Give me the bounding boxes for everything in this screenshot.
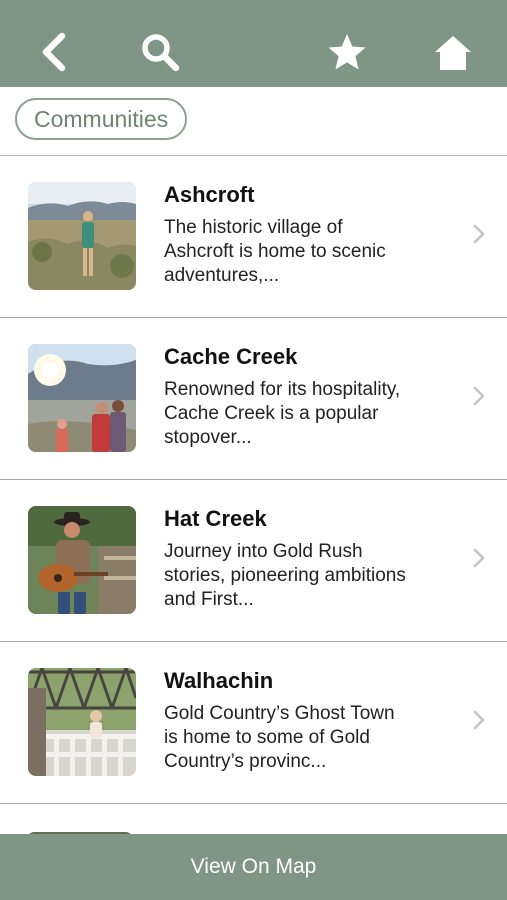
- community-title: Cache Creek: [164, 344, 298, 369]
- chevron-right-icon: [473, 386, 485, 406]
- community-title: Ashcroft: [164, 182, 255, 207]
- community-title: Hat Creek: [164, 506, 267, 531]
- home-icon[interactable]: [431, 30, 475, 74]
- cache-creek-thumbnail: [28, 344, 136, 452]
- chevron-right-icon: [473, 710, 485, 730]
- community-description: The historic village of Ashcroft is home…: [164, 217, 386, 286]
- list-item-cache-creek[interactable]: Cache Creek Renowned for its hospitality…: [0, 318, 507, 480]
- filter-bar: Communities: [0, 87, 507, 156]
- community-list: Ashcroft The historic village of Ashcrof…: [0, 156, 507, 804]
- communities-filter-chip[interactable]: Communities: [15, 98, 188, 140]
- community-description: Renowned for its hospitality, Cache Cree…: [164, 379, 401, 448]
- view-on-map-button[interactable]: View On Map: [0, 834, 507, 900]
- list-item-walhachin[interactable]: Walhachin Gold Country’s Ghost Town is h…: [0, 642, 507, 804]
- search-icon[interactable]: [138, 30, 182, 74]
- star-icon[interactable]: [325, 30, 369, 74]
- hat-creek-thumbnail: [28, 506, 136, 614]
- list-item-ashcroft[interactable]: Ashcroft The historic village of Ashcrof…: [0, 156, 507, 318]
- top-navigation-bar: [0, 0, 507, 87]
- community-description: Gold Country’s Ghost Town is home to som…: [164, 703, 395, 772]
- back-arrow-icon[interactable]: [32, 30, 76, 74]
- chevron-right-icon: [473, 548, 485, 568]
- community-description: Journey into Gold Rush stories, pioneeri…: [164, 541, 406, 610]
- community-title: Walhachin: [164, 668, 274, 693]
- list-item-hat-creek[interactable]: Hat Creek Journey into Gold Rush stories…: [0, 480, 507, 642]
- walhachin-thumbnail: [28, 668, 136, 776]
- chevron-right-icon: [473, 224, 485, 244]
- ashcroft-thumbnail: [28, 182, 136, 290]
